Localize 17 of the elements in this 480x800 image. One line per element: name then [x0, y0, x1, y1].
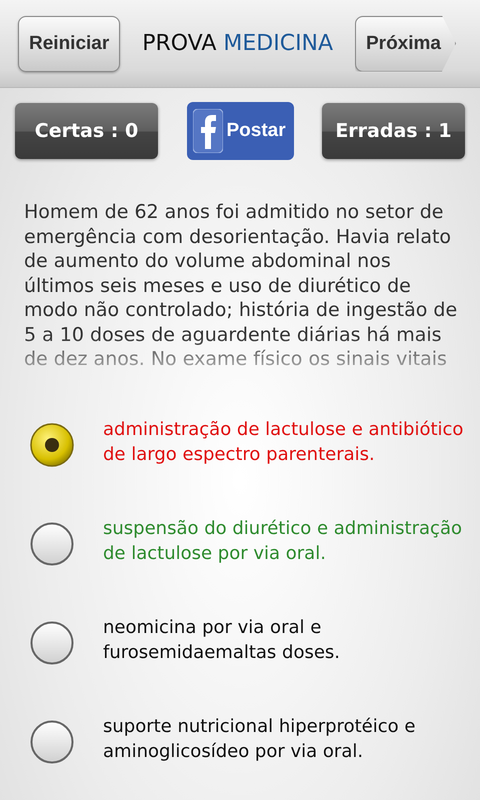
radio-button[interactable]	[30, 522, 74, 566]
radio-button[interactable]	[30, 621, 74, 665]
app-title: PROVA	[142, 31, 216, 56]
radio-button[interactable]	[30, 720, 74, 764]
answer-option[interactable]: administração de lactulose e antibiótico de largo espectro parenterais.	[103, 418, 470, 467]
answer-option[interactable]: neomicina por via oral e furosemidaemaltas doses.	[103, 616, 470, 665]
answer-option[interactable]: suspensão do diurético e administração de lactulose por via oral.	[103, 517, 470, 566]
wrong-count: Erradas : 1	[322, 103, 465, 159]
restart-button[interactable]: Reiniciar	[18, 16, 120, 72]
app-title-highlight: MEDICINA	[223, 31, 334, 56]
question-text: Homem de 62 anos foi admitido no setor de emergência com desorientação. Havia relato de aumento do volume abdominal nos últimos seis meses e uso de diurético de modo não controlado; história de ingestão de 5 a 10 doses de aguardente diárias há mais de dez anos. No exame físico os sinais vitais	[24, 200, 458, 370]
facebook-icon	[192, 109, 222, 153]
radio-button[interactable]	[30, 423, 74, 467]
share-button[interactable]: Postar	[186, 102, 294, 160]
next-button[interactable]: Próxima	[355, 16, 456, 72]
answer-option[interactable]: suporte nutricional hiperprotéico e aminoglicosídeo por via oral.	[103, 715, 470, 764]
correct-count: Certas : 0	[15, 103, 158, 159]
